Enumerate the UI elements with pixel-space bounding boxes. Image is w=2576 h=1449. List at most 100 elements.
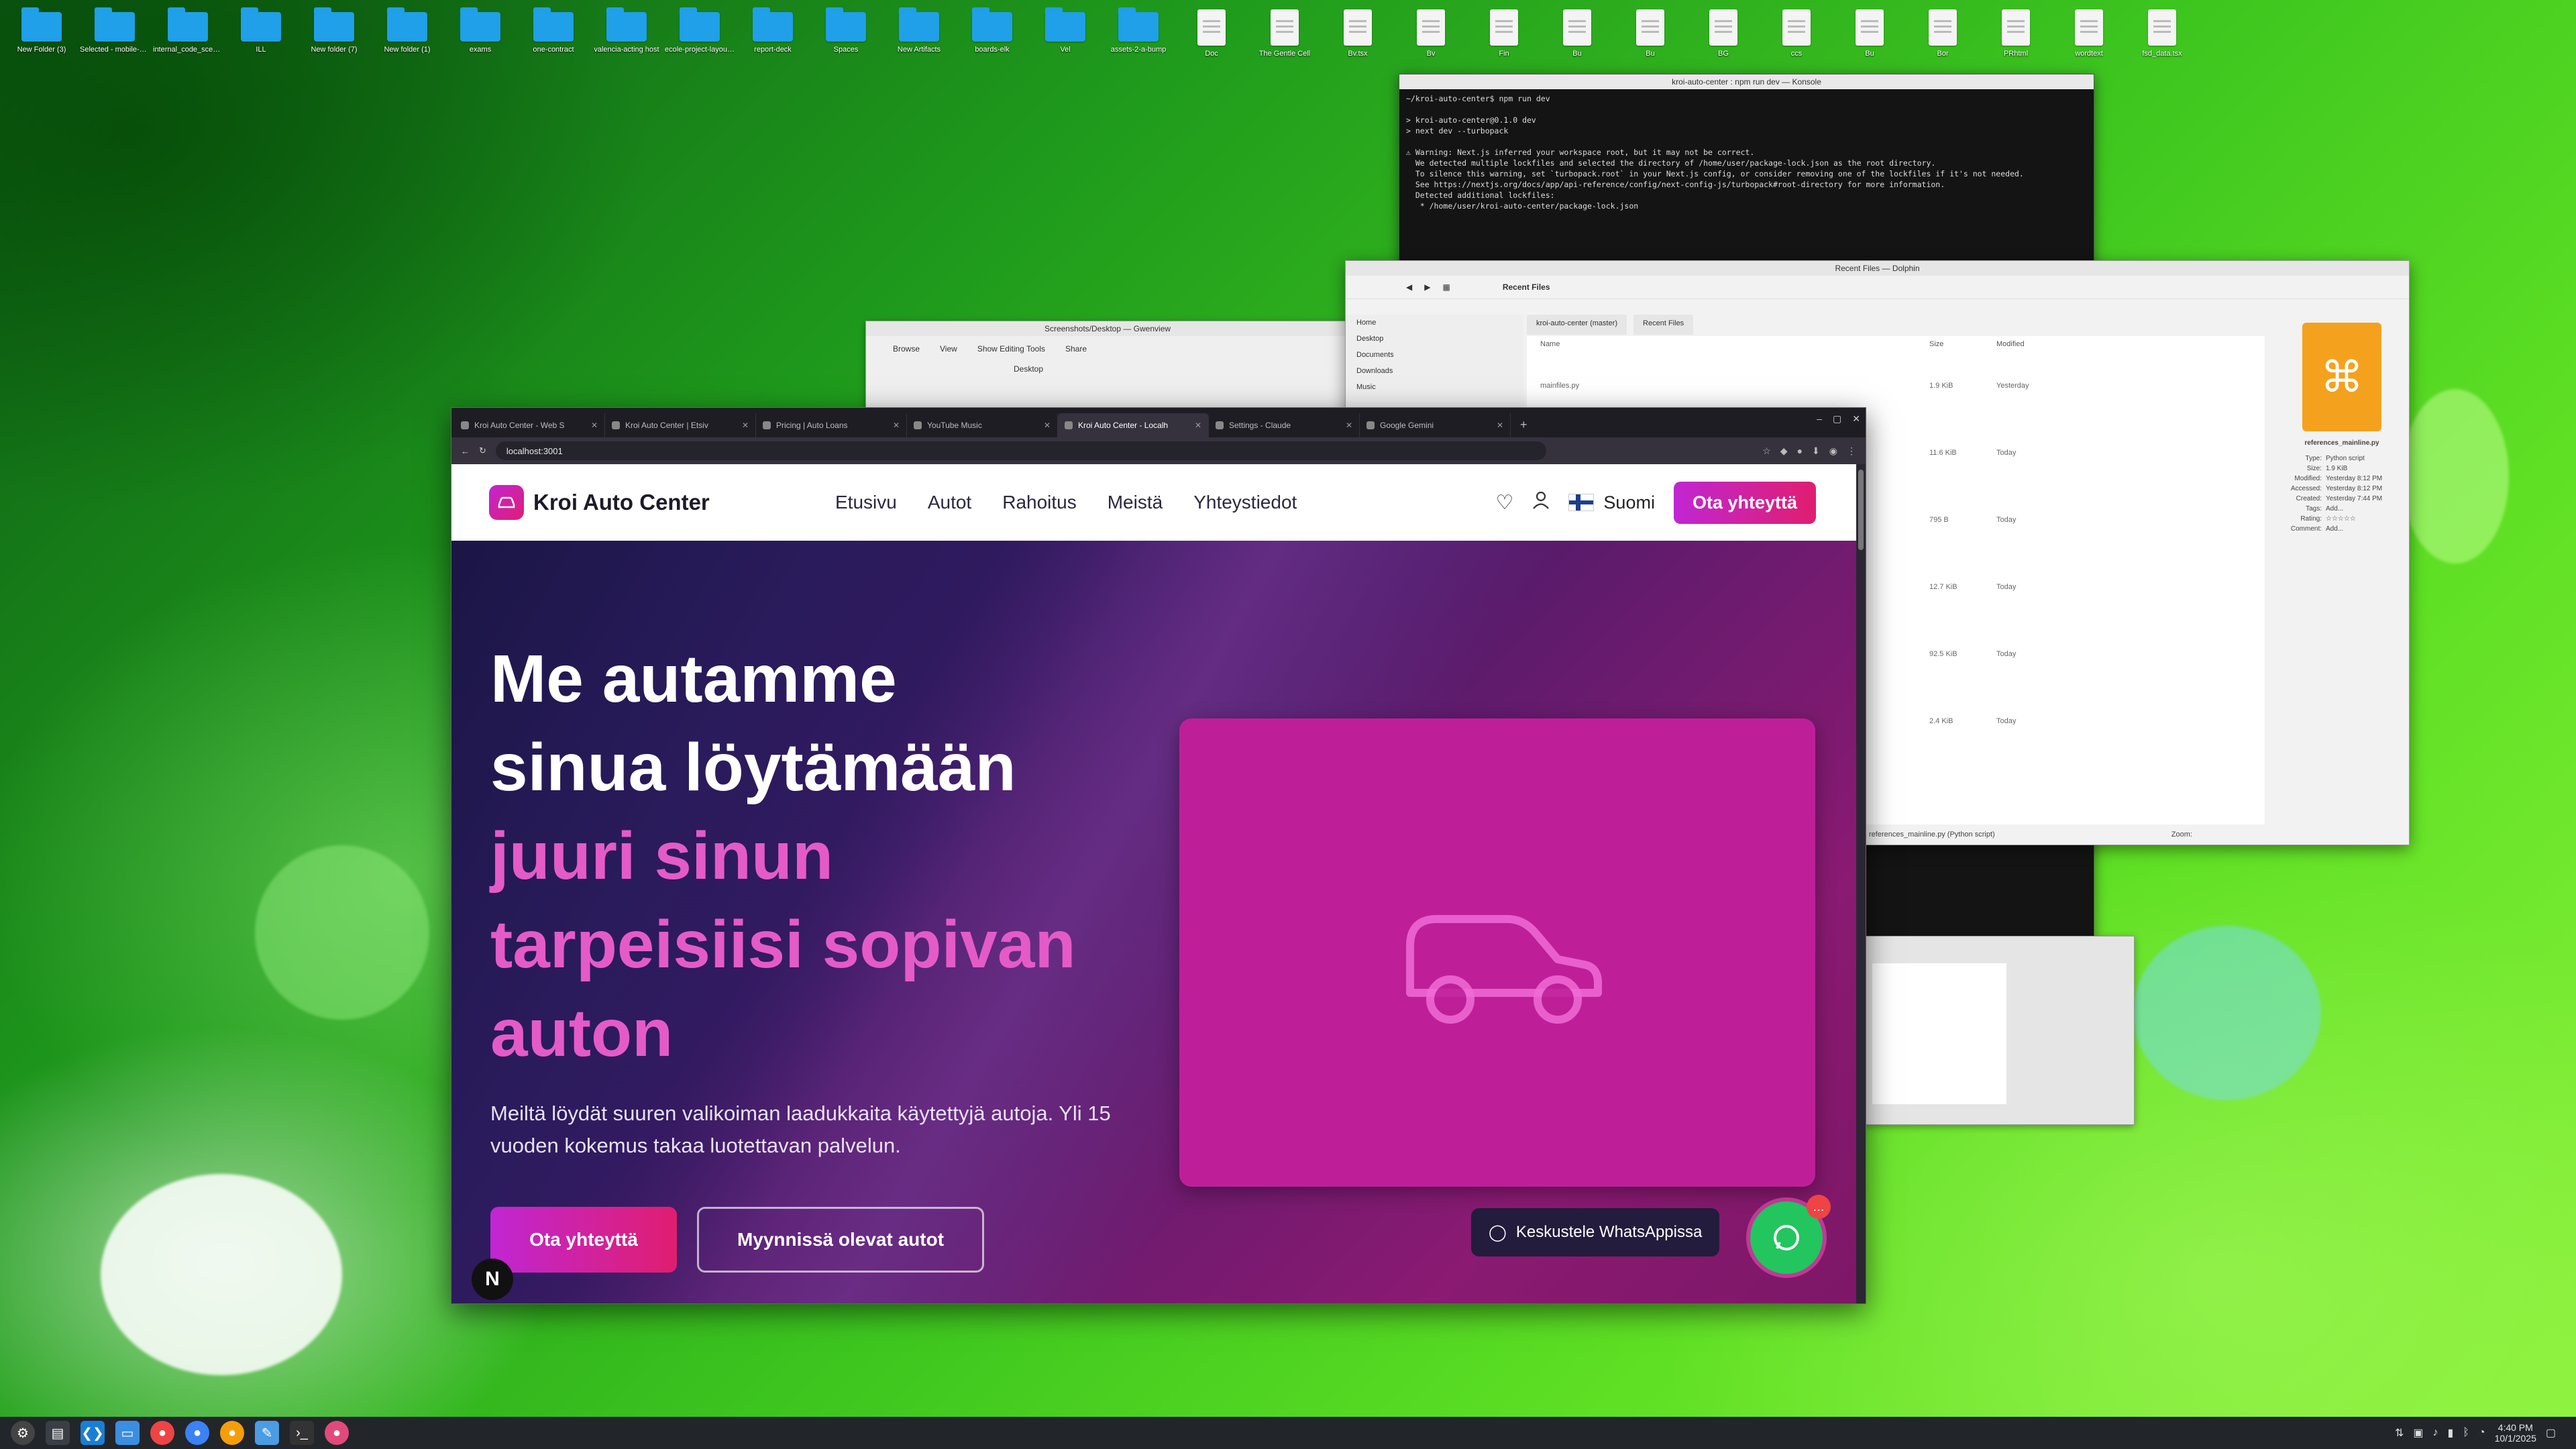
desktop-folder[interactable]: boards-elk — [956, 7, 1028, 80]
desktop-file[interactable]: fsd_data.tsx — [2126, 7, 2198, 80]
desktop-file[interactable]: ccs — [1760, 7, 1833, 80]
back-icon[interactable]: ← — [461, 446, 470, 456]
desktop-folder[interactable]: Vel — [1029, 7, 1102, 80]
nav-rahoitus[interactable]: Rahoitus — [1002, 492, 1077, 513]
gwenview-title[interactable]: Screenshots/Desktop — Gwenview — [866, 321, 1349, 336]
car-logo-icon[interactable] — [489, 485, 524, 520]
show-desktop-icon[interactable]: ▢ — [2546, 1426, 2556, 1440]
nav-meista[interactable]: Meistä — [1108, 492, 1163, 513]
bluetooth-icon[interactable]: ᛒ — [2463, 1427, 2469, 1439]
tab-project[interactable]: kroi-auto-center (master) — [1527, 315, 1627, 335]
chat-app-icon[interactable]: ● — [325, 1421, 349, 1445]
chrome-icon[interactable]: ● — [185, 1421, 209, 1445]
chrome-icon[interactable]: ● — [150, 1421, 174, 1445]
column-name[interactable]: Name — [1540, 340, 1929, 348]
language-selector[interactable]: Suomi — [1568, 492, 1655, 513]
column-modified[interactable]: Modified — [1996, 340, 2077, 348]
url-input[interactable]: localhost:3001 — [495, 441, 1546, 460]
desktop-file[interactable]: Bu — [1614, 7, 1686, 80]
image-viewer-window[interactable] — [1865, 936, 2135, 1125]
nav-contact-button[interactable]: Ota yhteyttä — [1673, 481, 1816, 524]
vscode-icon[interactable]: ❮❯ — [80, 1421, 105, 1445]
breadcrumb[interactable]: Recent Files — [1503, 282, 1550, 292]
browser-window[interactable]: Kroi Auto Center - Web S ✕ Kroi Auto Cente… — [451, 407, 1866, 1304]
scrollbar-thumb[interactable] — [1858, 470, 1864, 550]
close-tab-icon[interactable]: ✕ — [1497, 421, 1503, 430]
reload-icon[interactable]: ↻ — [479, 445, 486, 456]
desktop-file[interactable]: BG — [1687, 7, 1760, 80]
browser-tab[interactable]: Kroi Auto Center - Web S ✕ — [454, 413, 605, 437]
desktop-folder[interactable]: New Artifacts — [883, 7, 955, 80]
close-tab-icon[interactable]: ✕ — [893, 421, 900, 430]
heart-icon[interactable]: ♡ — [1496, 491, 1514, 515]
nav-yhteystiedot[interactable]: Yhteystiedot — [1193, 492, 1297, 513]
cars-for-sale-button[interactable]: Myynnissä olevat autot — [697, 1207, 984, 1273]
close-tab-icon[interactable]: ✕ — [1044, 421, 1051, 430]
desktop-folder[interactable]: Spaces — [810, 7, 882, 80]
desktop-folder[interactable]: New Folder (3) — [5, 7, 78, 80]
desktop-folder[interactable]: valencia-acting host — [590, 7, 663, 80]
battery-icon[interactable]: ▮ — [2447, 1426, 2453, 1440]
maximize-icon[interactable]: ▢ — [1833, 413, 1841, 425]
desktop-file[interactable]: Bu — [1541, 7, 1613, 80]
places-item[interactable]: Home — [1346, 315, 1523, 331]
terminal-output[interactable]: ~/kroi-auto-center$ npm run dev > kroi-au… — [1399, 89, 2094, 215]
browser-tab[interactable]: Settings - Claude ✕ — [1209, 413, 1360, 437]
download-icon[interactable]: ⬇ — [1812, 445, 1820, 457]
gwenview-share[interactable]: Share — [1065, 344, 1087, 354]
close-icon[interactable]: ✕ — [1852, 413, 1860, 425]
menu-icon[interactable]: ⋮ — [1847, 445, 1856, 457]
desktop-file[interactable]: Bu — [1833, 7, 1906, 80]
browser-tab[interactable]: Kroi Auto Center | Etsiv ✕ — [605, 413, 756, 437]
desktop-pager-icon[interactable]: ▤ — [46, 1421, 70, 1445]
tab-recent[interactable]: Recent Files — [1633, 315, 1694, 335]
places-item[interactable]: Desktop — [1346, 331, 1523, 347]
desktop-file[interactable]: Bv — [1395, 7, 1467, 80]
desktop-folder[interactable]: New folder (1) — [371, 7, 443, 80]
close-tab-icon[interactable]: ✕ — [742, 421, 749, 430]
view-icon[interactable]: ▦ — [1442, 282, 1450, 292]
column-size[interactable]: Size — [1929, 340, 1996, 348]
file-manager-title[interactable]: Recent Files — Dolphin — [1346, 261, 2409, 276]
places-item[interactable]: Documents — [1346, 347, 1523, 363]
gwenview-view[interactable]: View — [940, 344, 957, 354]
gwenview-browse[interactable]: Browse — [893, 344, 920, 354]
notifications-icon[interactable]: ◔ — [2479, 1427, 2485, 1439]
close-tab-icon[interactable]: ✕ — [591, 421, 598, 430]
minimize-icon[interactable]: – — [1817, 413, 1822, 425]
desktop-folder[interactable]: New folder (7) — [298, 7, 370, 80]
extension-icon[interactable]: ◆ — [1780, 445, 1788, 457]
gwenview-path[interactable]: Desktop — [866, 362, 1349, 376]
nextjs-dev-badge[interactable]: N — [472, 1258, 513, 1300]
browser-tab[interactable]: Kroi Auto Center - Localh ✕ — [1058, 413, 1209, 437]
back-icon[interactable]: ◀ — [1406, 282, 1412, 292]
browser-tab[interactable]: Pricing | Auto Loans ✕ — [756, 413, 907, 437]
close-tab-icon[interactable]: ✕ — [1346, 421, 1352, 430]
whatsapp-chat-label[interactable]: ◯ Keskustele WhatsAppissa — [1471, 1208, 1720, 1256]
nav-autot[interactable]: Autot — [928, 492, 971, 513]
places-item[interactable]: Music — [1346, 379, 1523, 395]
user-icon[interactable] — [1532, 490, 1550, 515]
network-icon[interactable]: ⇅ — [2395, 1426, 2404, 1440]
file-manager-icon[interactable]: ▭ — [115, 1421, 140, 1445]
desktop-file[interactable]: Doc — [1175, 7, 1248, 80]
desktop-file[interactable]: PRhtml — [1980, 7, 2052, 80]
places-item[interactable]: Downloads — [1346, 363, 1523, 379]
terminal-icon[interactable]: ›_ — [290, 1421, 314, 1445]
desktop-folder[interactable]: one-contract — [517, 7, 590, 80]
terminal-title[interactable]: kroi-auto-center : npm run dev — Konsole — [1399, 74, 2094, 89]
page-scrollbar[interactable] — [1856, 464, 1866, 1303]
new-tab-button[interactable]: + — [1520, 418, 1527, 432]
desktop-file[interactable]: wordtext — [2053, 7, 2125, 80]
bookmark-star-icon[interactable]: ☆ — [1762, 445, 1771, 457]
desktop-folder[interactable]: assets-2-a-bump — [1102, 7, 1175, 80]
desktop-file[interactable]: The Gentle Cell — [1248, 7, 1321, 80]
desktop-folder[interactable]: report-deck — [737, 7, 809, 80]
volume-icon[interactable]: ♪ — [2432, 1427, 2438, 1439]
profile-icon[interactable]: ◉ — [1829, 445, 1837, 457]
editor-icon[interactable]: ✎ — [255, 1421, 279, 1445]
desktop-folder[interactable]: ILL — [225, 7, 297, 80]
desktop-folder[interactable]: Selected - mobile-code — [78, 7, 151, 80]
gwenview-edit-tools[interactable]: Show Editing Tools — [977, 344, 1045, 354]
extension-icon[interactable]: ● — [1797, 445, 1803, 457]
